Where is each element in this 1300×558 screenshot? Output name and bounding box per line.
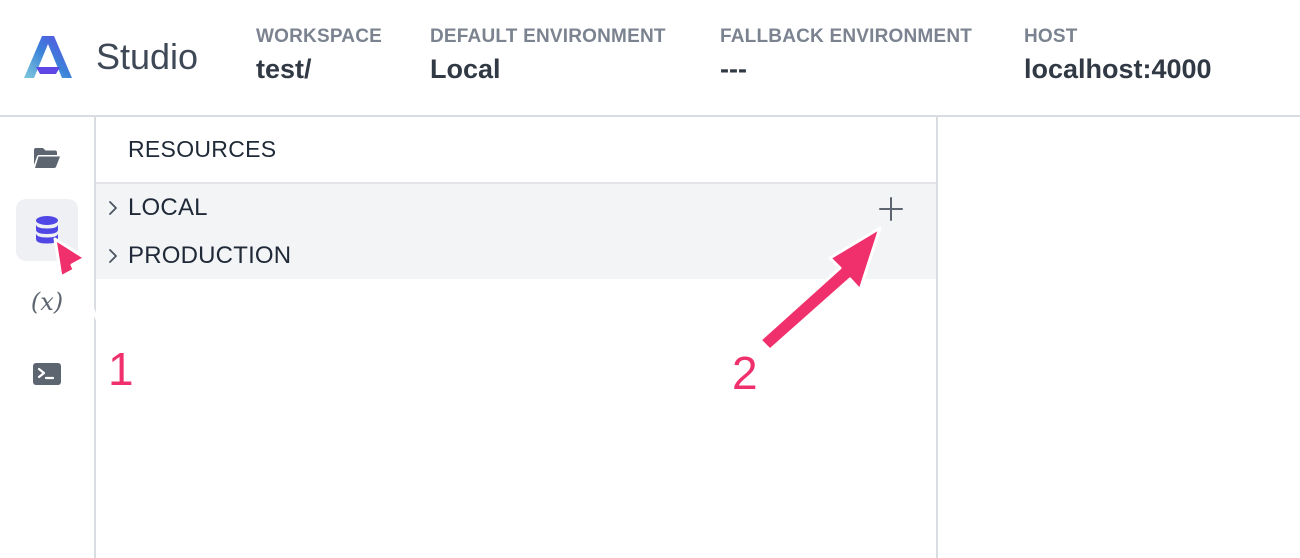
resource-item-label: PRODUCTION	[128, 242, 292, 269]
default-environment-label: DEFAULT ENVIRONMENT	[430, 26, 666, 47]
fallback-environment-value: ---	[720, 54, 747, 84]
chevron-right-icon	[109, 249, 117, 263]
fallback-environment-info: FALLBACK ENVIRONMENT ---	[720, 26, 972, 85]
default-environment-info: DEFAULT ENVIRONMENT Local	[430, 26, 666, 85]
app-name: Studio	[96, 36, 199, 77]
resource-item-production[interactable]: PRODUCTION	[96, 232, 936, 280]
chevron-right-icon	[109, 201, 117, 215]
top-header: Studio WORKSPACE test/ DEFAULT ENVIRONME…	[0, 0, 1300, 117]
database-icon	[36, 216, 58, 244]
resources-list: LOCAL PRODUCTION	[96, 182, 936, 279]
plus-icon[interactable]	[878, 196, 904, 222]
sidebar-item-folder[interactable]	[16, 127, 78, 189]
sidebar-item-database[interactable]	[16, 199, 78, 261]
workspace-info: WORKSPACE test/	[256, 26, 382, 85]
resource-item-label: LOCAL	[128, 194, 208, 221]
annotation-label-1: 1	[108, 343, 134, 395]
variable-icon: (x)	[30, 288, 64, 316]
terminal-icon	[33, 363, 61, 385]
annotation-label-2: 2	[732, 347, 758, 399]
sidebar-item-variables[interactable]: (x)	[16, 271, 78, 333]
folder-open-icon	[34, 148, 60, 168]
fallback-environment-label: FALLBACK ENVIRONMENT	[720, 26, 973, 47]
default-environment-value: Local	[430, 54, 501, 84]
sidebar: (x)	[0, 117, 96, 558]
resources-title: RESOURCES	[128, 136, 277, 162]
resources-panel: RESOURCES LOCAL PRODUCTION	[96, 117, 938, 558]
studio-logo-icon	[24, 36, 72, 78]
sidebar-item-terminal[interactable]	[16, 343, 78, 405]
host-label: HOST	[1024, 26, 1078, 47]
resource-item-local[interactable]: LOCAL	[96, 184, 936, 232]
workspace-label: WORKSPACE	[256, 26, 383, 47]
host-info: HOST localhost:4000	[1024, 26, 1212, 85]
host-value: localhost:4000	[1024, 54, 1212, 84]
workspace-value: test/	[256, 54, 312, 84]
